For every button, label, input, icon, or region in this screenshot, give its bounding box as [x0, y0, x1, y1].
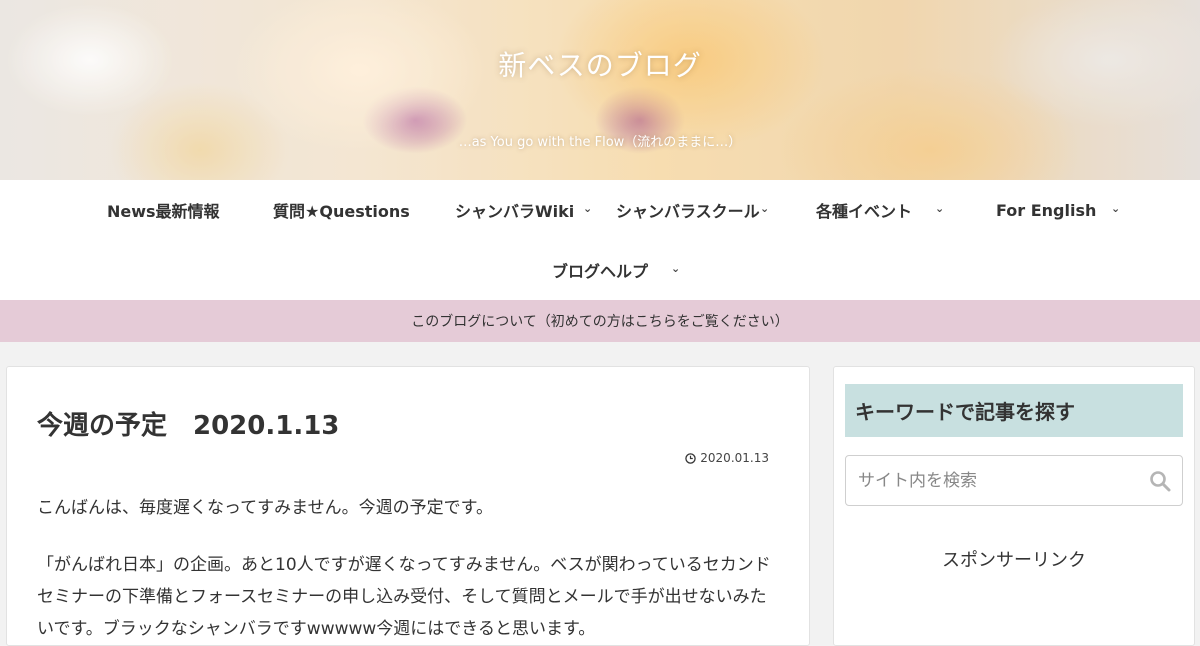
nav-item-shambhala-wiki[interactable]: シャンバラWiki — [455, 180, 574, 240]
site-title[interactable]: 新ベスのブログ — [0, 44, 1200, 84]
chevron-down-icon[interactable]: ⌄ — [760, 202, 769, 215]
sidebar: キーワードで記事を探す スポンサーリンク — [833, 366, 1195, 646]
nav-item-label: 質問★Questions — [273, 202, 410, 221]
nav-item-label: シャンバラWiki — [455, 202, 575, 221]
nav-item-blog-help[interactable]: ブログヘルプ — [552, 240, 648, 300]
search-icon[interactable] — [1148, 469, 1172, 493]
nav-item-label: For English — [996, 200, 1097, 220]
notice-bar[interactable]: このブログについて（初めての方はこちらをご覧ください） — [0, 300, 1200, 342]
sponsor-link-label: スポンサーリンク — [942, 550, 1086, 571]
nav-item-news[interactable]: News最新情報 — [107, 180, 220, 240]
article-card: 今週の予定 2020.1.13 2020.01.13 こんばんは、毎度遅くなって… — [6, 366, 810, 646]
post-date: 2020.01.13 — [685, 451, 769, 465]
nav-item-label: News最新情報 — [107, 202, 220, 221]
chevron-down-icon[interactable]: ⌄ — [671, 262, 680, 275]
global-nav: News最新情報 質問★Questions シャンバラWiki ⌄ シャンバラス… — [0, 180, 1200, 300]
nav-item-shambhala-school[interactable]: シャンバラスクール — [616, 180, 760, 240]
notice-link[interactable]: このブログについて（初めての方はこちらをご覧ください） — [411, 311, 789, 331]
widget-title-text: キーワードで記事を探す — [855, 400, 1075, 424]
post-date-text: 2020.01.13 — [700, 451, 769, 465]
site-header: 新ベスのブログ …as You go with the Flow（流れのままに…… — [0, 0, 1200, 180]
article-paragraph: 「がんばれ日本」の企画。あと10人ですが遅くなってすみません。ベスが関わっている… — [37, 555, 771, 639]
nav-item-questions[interactable]: 質問★Questions — [273, 180, 410, 240]
article-paragraph: こんばんは、毎度遅くなってすみません。今週の予定です。 — [37, 498, 493, 518]
nav-item-label: シャンバラスクール — [616, 202, 760, 221]
nav-item-for-english[interactable]: For English — [996, 180, 1096, 240]
chevron-down-icon[interactable]: ⌄ — [1111, 202, 1120, 215]
site-tagline: …as You go with the Flow（流れのままに…） — [458, 135, 742, 150]
nav-item-label: 各種イベント — [816, 202, 913, 221]
chevron-down-icon[interactable]: ⌄ — [935, 202, 944, 215]
chevron-down-icon[interactable]: ⌄ — [583, 202, 592, 215]
search-form — [845, 455, 1183, 506]
article-title: 今週の予定 2020.1.13 — [37, 411, 340, 441]
widget-title: キーワードで記事を探す — [845, 384, 1183, 437]
header-image — [0, 0, 1200, 180]
nav-item-label: ブログヘルプ — [552, 262, 649, 281]
search-input[interactable] — [846, 456, 1136, 505]
clock-icon — [685, 452, 697, 464]
nav-item-events[interactable]: 各種イベント — [816, 180, 912, 240]
